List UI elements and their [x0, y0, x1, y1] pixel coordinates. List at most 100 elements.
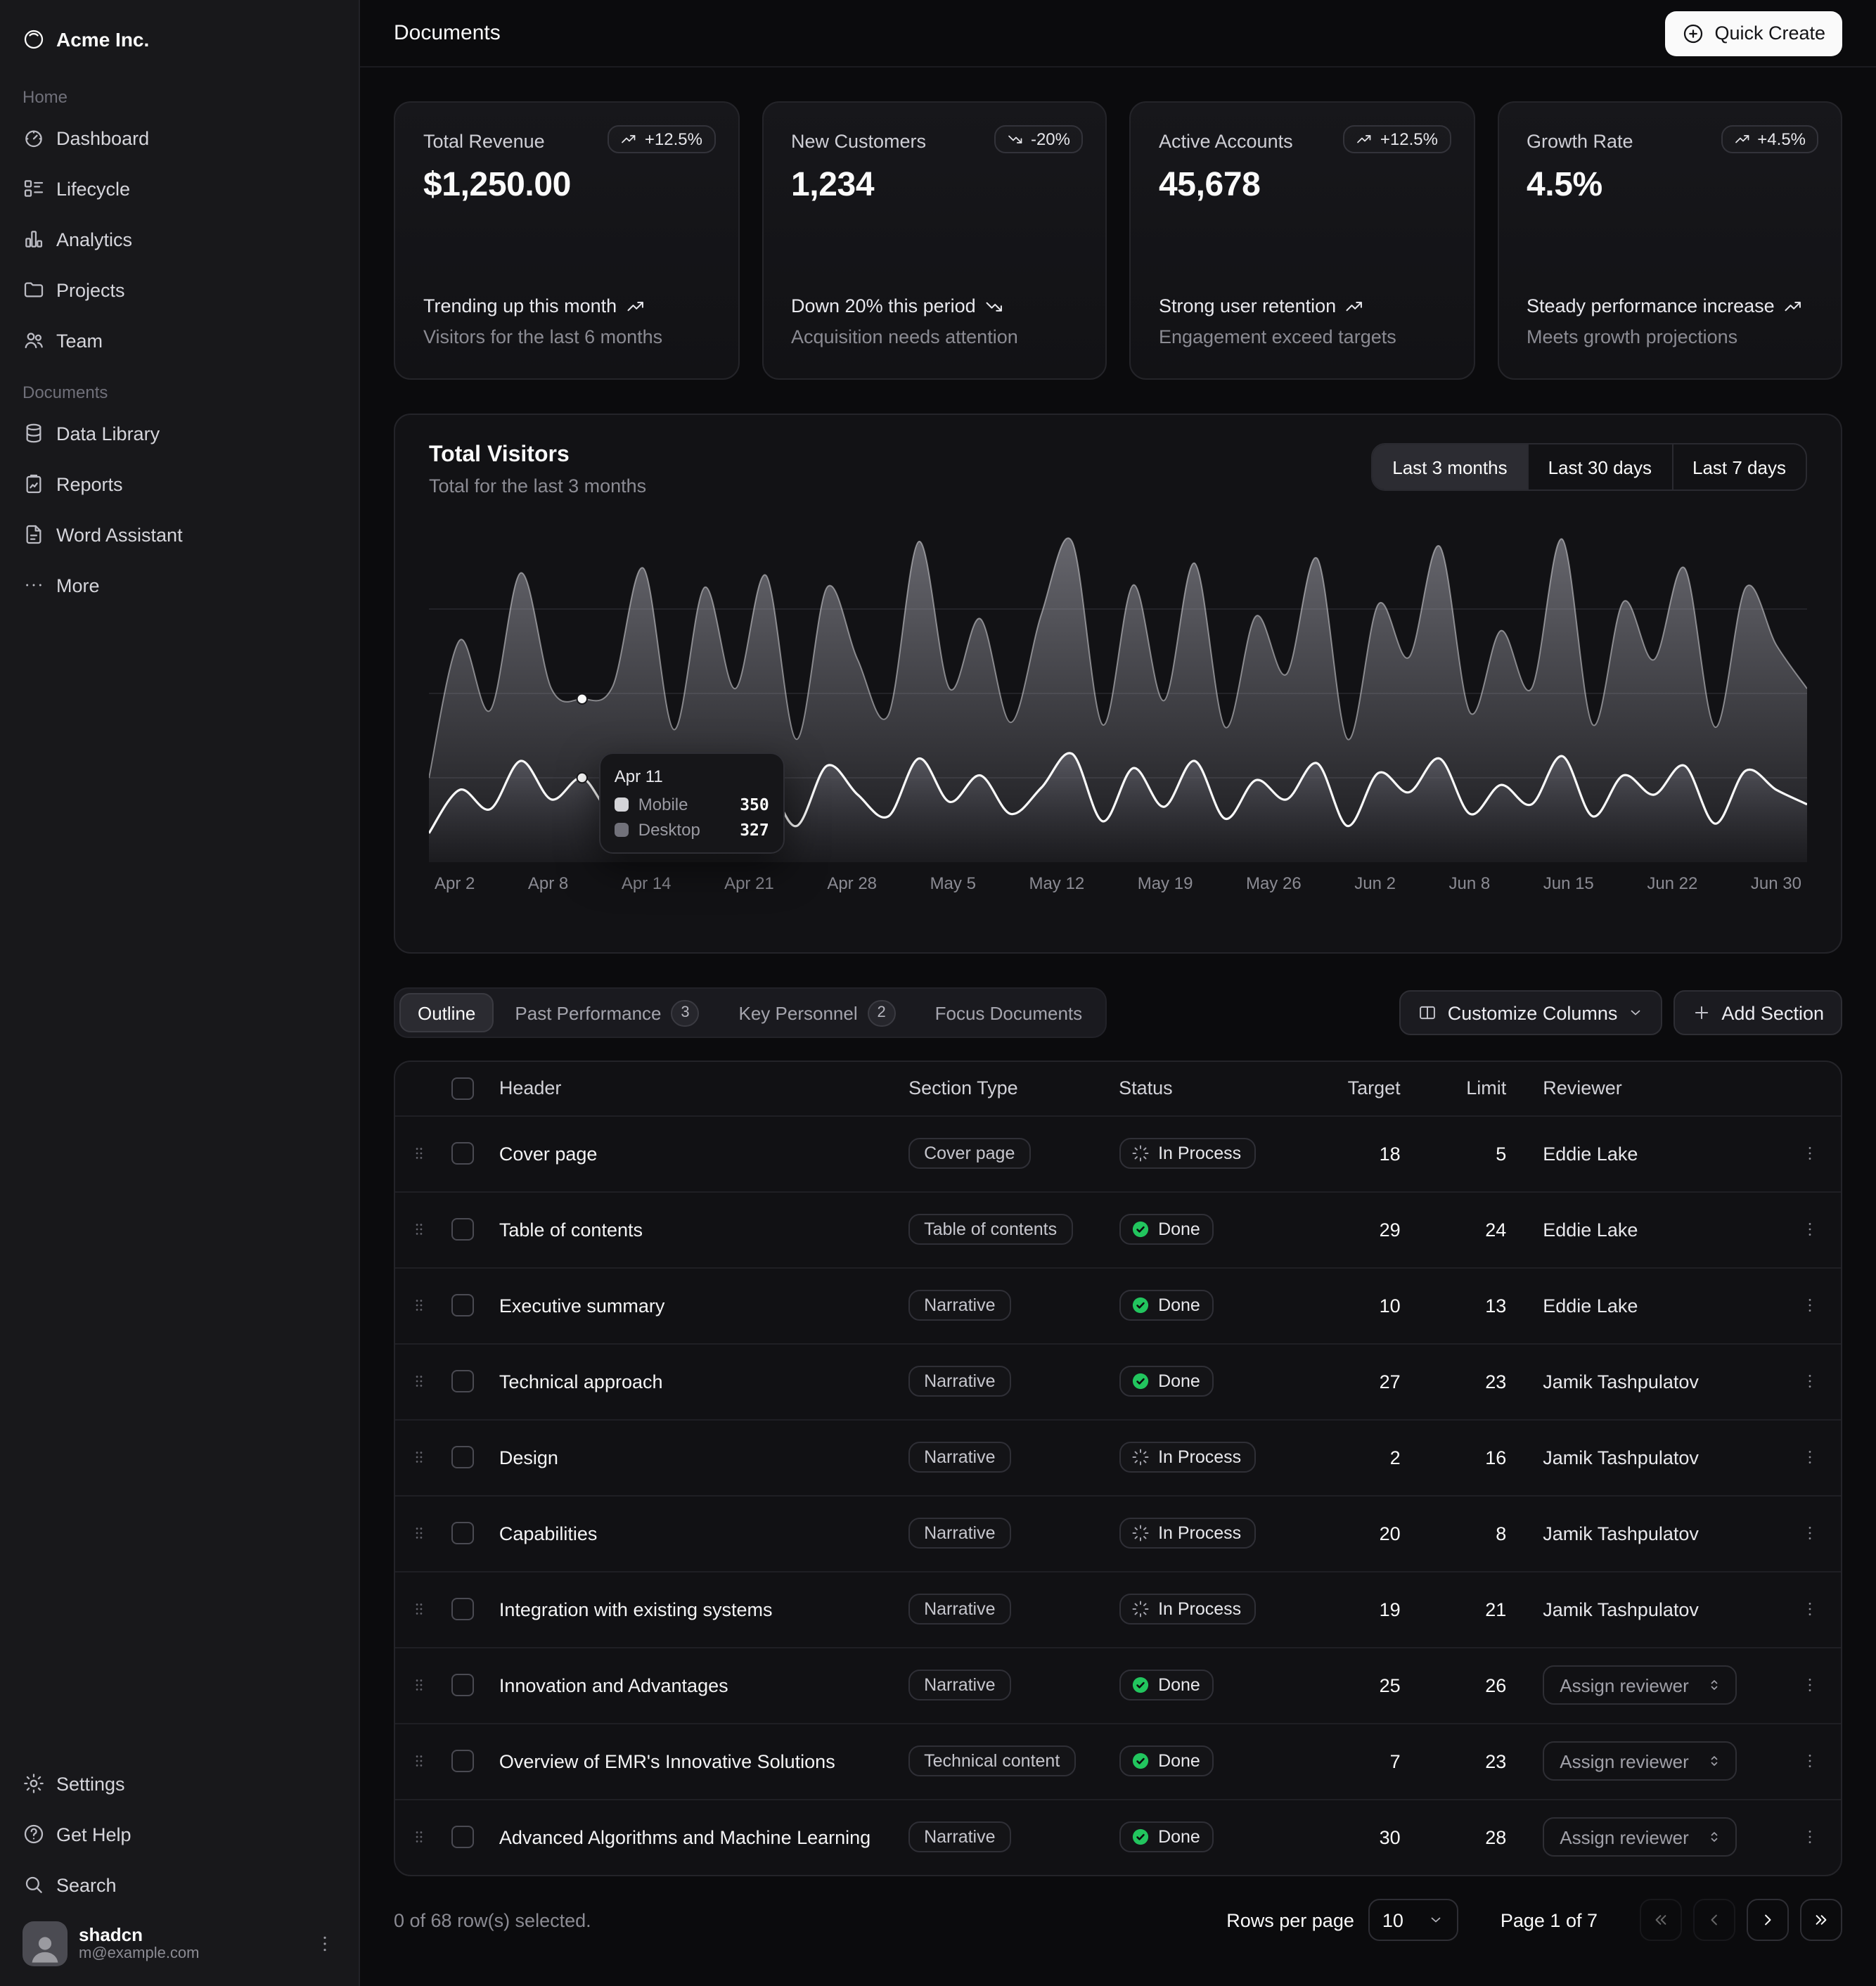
target-value[interactable]: 10 [1320, 1267, 1426, 1343]
tab-past-performance[interactable]: Past Performance3 [496, 993, 717, 1032]
sidebar-item-settings[interactable]: Settings [11, 1761, 347, 1806]
row-header[interactable]: Executive summary [499, 1295, 665, 1316]
table-row[interactable]: Innovation and AdvantagesNarrativeDone25… [395, 1647, 1841, 1723]
select-all-checkbox[interactable] [451, 1077, 474, 1100]
assign-reviewer-select[interactable]: Assign reviewer [1543, 1741, 1737, 1781]
area-chart[interactable]: Apr 11 Mobile350Desktop327 [429, 525, 1807, 862]
row-actions-button[interactable] [1790, 1589, 1830, 1629]
row-header[interactable]: Advanced Algorithms and Machine Learning [499, 1827, 870, 1848]
row-actions-button[interactable] [1790, 1210, 1830, 1249]
range-button-last-3-months[interactable]: Last 3 months [1373, 444, 1527, 489]
row-actions-button[interactable] [1790, 1437, 1830, 1477]
range-button-last-7-days[interactable]: Last 7 days [1671, 444, 1806, 489]
row-actions-button[interactable] [1790, 1286, 1830, 1325]
row-checkbox[interactable] [451, 1446, 474, 1468]
table-row[interactable]: Cover pageCover pageIn Process185Eddie L… [395, 1115, 1841, 1191]
row-checkbox[interactable] [451, 1218, 474, 1241]
limit-value[interactable]: 26 [1426, 1647, 1532, 1723]
limit-value[interactable]: 23 [1426, 1343, 1532, 1419]
limit-value[interactable]: 13 [1426, 1267, 1532, 1343]
brand[interactable]: Acme Inc. [11, 11, 347, 68]
row-header[interactable]: Overview of EMR's Innovative Solutions [499, 1750, 835, 1772]
limit-value[interactable]: 23 [1426, 1723, 1532, 1799]
user-menu[interactable]: shadcn m@example.com [11, 1913, 347, 1975]
row-checkbox[interactable] [451, 1142, 474, 1165]
sidebar-item-more[interactable]: More [11, 563, 347, 608]
last-page-button[interactable] [1800, 1899, 1842, 1941]
drag-handle[interactable] [409, 1371, 429, 1391]
target-value[interactable]: 19 [1320, 1571, 1426, 1647]
row-checkbox[interactable] [451, 1598, 474, 1620]
drag-handle[interactable] [409, 1143, 429, 1163]
sidebar-item-get-help[interactable]: Get Help [11, 1812, 347, 1857]
target-value[interactable]: 30 [1320, 1799, 1426, 1875]
row-header[interactable]: Cover page [499, 1143, 598, 1164]
row-actions-button[interactable] [1790, 1741, 1830, 1781]
drag-handle[interactable] [409, 1675, 429, 1695]
row-checkbox[interactable] [451, 1294, 474, 1316]
table-row[interactable]: CapabilitiesNarrativeIn Process208Jamik … [395, 1495, 1841, 1571]
drag-handle[interactable] [409, 1828, 429, 1847]
tab-focus-documents[interactable]: Focus Documents [917, 993, 1101, 1032]
sidebar-item-data-library[interactable]: Data Library [11, 411, 347, 456]
row-checkbox[interactable] [451, 1750, 474, 1772]
target-value[interactable]: 20 [1320, 1495, 1426, 1571]
table-row[interactable]: DesignNarrativeIn Process216Jamik Tashpu… [395, 1419, 1841, 1495]
sidebar-item-projects[interactable]: Projects [11, 267, 347, 312]
drag-handle[interactable] [409, 1295, 429, 1315]
row-checkbox[interactable] [451, 1674, 474, 1696]
add-section-button[interactable]: Add Section [1673, 990, 1842, 1035]
tab-outline[interactable]: Outline [399, 993, 494, 1032]
drag-handle[interactable] [409, 1751, 429, 1771]
sidebar-item-reports[interactable]: Reports [11, 461, 347, 506]
row-checkbox[interactable] [451, 1826, 474, 1849]
assign-reviewer-select[interactable]: Assign reviewer [1543, 1818, 1737, 1857]
table-row[interactable]: Table of contentsTable of contentsDone29… [395, 1191, 1841, 1267]
sidebar-item-lifecycle[interactable]: Lifecycle [11, 166, 347, 211]
tab-key-personnel[interactable]: Key Personnel2 [721, 993, 914, 1032]
drag-handle[interactable] [409, 1219, 429, 1239]
row-actions-button[interactable] [1790, 1362, 1830, 1401]
sidebar-item-analytics[interactable]: Analytics [11, 217, 347, 262]
sidebar-item-search[interactable]: Search [11, 1862, 347, 1907]
row-header[interactable]: Capabilities [499, 1523, 598, 1544]
table-row[interactable]: Integration with existing systemsNarrati… [395, 1571, 1841, 1647]
assign-reviewer-select[interactable]: Assign reviewer [1543, 1665, 1737, 1705]
table-row[interactable]: Advanced Algorithms and Machine Learning… [395, 1799, 1841, 1875]
row-header[interactable]: Technical approach [499, 1371, 663, 1392]
row-actions-button[interactable] [1790, 1665, 1830, 1705]
drag-handle[interactable] [409, 1523, 429, 1543]
target-value[interactable]: 18 [1320, 1115, 1426, 1191]
target-value[interactable]: 29 [1320, 1191, 1426, 1267]
next-page-button[interactable] [1747, 1899, 1789, 1941]
row-checkbox[interactable] [451, 1370, 474, 1392]
drag-handle[interactable] [409, 1599, 429, 1619]
table-row[interactable]: Overview of EMR's Innovative SolutionsTe… [395, 1723, 1841, 1799]
target-value[interactable]: 27 [1320, 1343, 1426, 1419]
sidebar-item-team[interactable]: Team [11, 318, 347, 363]
table-row[interactable]: Executive summaryNarrativeDone1013Eddie … [395, 1267, 1841, 1343]
limit-value[interactable]: 5 [1426, 1115, 1532, 1191]
row-actions-button[interactable] [1790, 1818, 1830, 1857]
limit-value[interactable]: 16 [1426, 1419, 1532, 1495]
row-header[interactable]: Design [499, 1447, 558, 1468]
row-header[interactable]: Integration with existing systems [499, 1599, 773, 1620]
customize-columns-button[interactable]: Customize Columns [1400, 990, 1663, 1035]
row-checkbox[interactable] [451, 1522, 474, 1544]
limit-value[interactable]: 24 [1426, 1191, 1532, 1267]
sidebar-item-dashboard[interactable]: Dashboard [11, 115, 347, 160]
row-header[interactable]: Innovation and Advantages [499, 1674, 728, 1696]
row-actions-button[interactable] [1790, 1513, 1830, 1553]
target-value[interactable]: 25 [1320, 1647, 1426, 1723]
table-row[interactable]: Technical approachNarrativeDone2723Jamik… [395, 1343, 1841, 1419]
range-button-last-30-days[interactable]: Last 30 days [1527, 444, 1671, 489]
row-header[interactable]: Table of contents [499, 1219, 643, 1240]
limit-value[interactable]: 21 [1426, 1571, 1532, 1647]
drag-handle[interactable] [409, 1447, 429, 1467]
rows-per-page-select[interactable]: 10 [1368, 1899, 1458, 1941]
target-value[interactable]: 7 [1320, 1723, 1426, 1799]
quick-create-button[interactable]: Quick Create [1665, 11, 1842, 56]
row-actions-button[interactable] [1790, 1134, 1830, 1173]
limit-value[interactable]: 8 [1426, 1495, 1532, 1571]
target-value[interactable]: 2 [1320, 1419, 1426, 1495]
